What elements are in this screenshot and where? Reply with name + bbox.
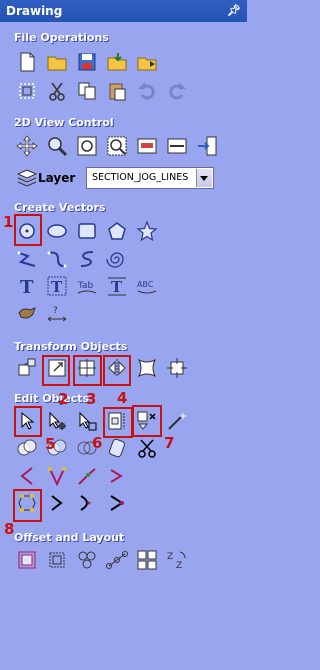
annotation-number-6: 6 <box>92 434 103 452</box>
svg-text:Z: Z <box>176 561 182 571</box>
transform-select-icon[interactable] <box>76 410 98 432</box>
draw-polygon-icon[interactable] <box>106 220 128 242</box>
new-file-icon[interactable] <box>16 51 38 73</box>
annotation-number-5: 5 <box>45 435 56 453</box>
weld-vectors-icon[interactable] <box>16 437 38 459</box>
fillet-offset-icon[interactable] <box>46 549 68 571</box>
cut-icon[interactable] <box>46 80 68 102</box>
redo-icon[interactable] <box>166 80 188 102</box>
svg-text:Tab: Tab <box>77 281 94 291</box>
select-all-icon[interactable] <box>16 80 38 102</box>
svg-text:Z: Z <box>167 552 173 562</box>
annotation-number-3: 3 <box>86 390 97 408</box>
smooth-nodes-icon[interactable] <box>106 465 128 487</box>
section-offset-layout: Offset and Layout <box>14 531 125 544</box>
extend-vector-icon[interactable] <box>76 465 98 487</box>
zoom-extents-icon[interactable] <box>76 135 98 157</box>
zoom-icon[interactable] <box>46 135 68 157</box>
section-file-operations: File Operations <box>14 31 109 44</box>
trim-vectors-icon[interactable] <box>106 437 128 459</box>
svg-text:T: T <box>111 278 123 296</box>
pan-view-icon[interactable] <box>16 135 38 157</box>
draw-arc-icon[interactable] <box>76 248 98 270</box>
annotation-number-7: 7 <box>164 434 175 452</box>
transform-center-icon[interactable] <box>166 357 188 379</box>
transform-scale-icon[interactable] <box>46 357 68 379</box>
save-file-icon[interactable] <box>76 51 98 73</box>
annotation-number-8: 8 <box>4 520 15 538</box>
export-file-icon[interactable] <box>136 51 158 73</box>
nest-parts-icon[interactable] <box>76 549 98 571</box>
view-plan-icon[interactable] <box>136 135 158 157</box>
view-exit-icon[interactable] <box>196 135 218 157</box>
layers-icon[interactable] <box>16 167 38 189</box>
layer-dropdown-value: SECTION_JOG_LINES <box>92 172 189 183</box>
draw-curve-icon[interactable] <box>46 248 68 270</box>
undo-icon[interactable] <box>136 80 158 102</box>
svg-text:ABC: ABC <box>137 280 154 289</box>
pin-icon[interactable]: 📌︎ <box>227 0 241 22</box>
close-vector-icon[interactable] <box>16 492 38 514</box>
text-tool-icon[interactable]: T <box>16 275 38 297</box>
scissors-icon[interactable] <box>136 437 158 459</box>
draw-ellipse-icon[interactable] <box>46 220 68 242</box>
layer-dropdown[interactable]: SECTION_JOG_LINES <box>86 167 214 189</box>
magic-select-icon[interactable] <box>166 410 188 432</box>
draw-spiral-icon[interactable] <box>106 248 128 270</box>
copy-icon[interactable] <box>76 80 98 102</box>
offset-vectors-icon[interactable] <box>16 549 38 571</box>
text-block-icon[interactable]: T <box>106 275 128 297</box>
panel-title-bar: Drawing 📌︎ <box>0 0 247 22</box>
chamfer-icon[interactable] <box>46 465 68 487</box>
section-view-control: 2D View Control <box>14 116 114 129</box>
section-edit-objects: Edit Objects <box>14 392 90 405</box>
rotate-copy-icon[interactable]: ZZ <box>166 549 188 571</box>
curve-fit-icon[interactable] <box>106 492 128 514</box>
trace-bitmap-icon[interactable] <box>16 302 38 324</box>
text-arc-icon[interactable]: ABC <box>136 275 158 297</box>
annotation-number-1: 1 <box>3 213 14 231</box>
transform-move-icon[interactable] <box>16 357 38 379</box>
dimension-tool-icon[interactable]: ? <box>46 302 68 324</box>
annotation-number-2: 2 <box>58 390 69 408</box>
draw-star-icon[interactable] <box>136 220 158 242</box>
section-create-vectors: Create Vectors <box>14 201 106 214</box>
chevron-down-icon[interactable] <box>196 169 212 187</box>
svg-text:T: T <box>20 277 34 297</box>
svg-text:?: ? <box>53 306 58 316</box>
text-on-curve-icon[interactable]: Tab <box>76 275 98 297</box>
join-vectors-icon[interactable] <box>46 492 68 514</box>
view-side-icon[interactable] <box>166 135 188 157</box>
node-edit-icon[interactable] <box>46 410 68 432</box>
transform-align-icon[interactable] <box>76 357 98 379</box>
zoom-window-icon[interactable] <box>106 135 128 157</box>
text-frame-icon[interactable]: T <box>46 275 68 297</box>
open-file-icon[interactable] <box>46 51 68 73</box>
import-file-icon[interactable] <box>106 51 128 73</box>
clear-selection-icon[interactable] <box>136 410 158 432</box>
transform-mirror-icon[interactable] <box>106 357 128 379</box>
panel-title: Drawing <box>6 4 63 18</box>
section-transform-objects: Transform Objects <box>14 340 128 353</box>
draw-circle-icon[interactable] <box>16 220 38 242</box>
paste-icon[interactable] <box>106 80 128 102</box>
select-pointer-icon[interactable] <box>16 410 38 432</box>
transform-distort-icon[interactable] <box>136 357 158 379</box>
svg-text:T: T <box>51 278 63 296</box>
draw-polyline-icon[interactable] <box>16 248 38 270</box>
interactive-transform-icon[interactable] <box>106 410 128 432</box>
join-curve-icon[interactable] <box>76 492 98 514</box>
layer-label: Layer <box>38 171 76 185</box>
array-copy-icon[interactable] <box>106 549 128 571</box>
fillet-icon[interactable] <box>16 465 38 487</box>
draw-rectangle-icon[interactable] <box>76 220 98 242</box>
block-copy-icon[interactable] <box>136 549 158 571</box>
annotation-number-4: 4 <box>117 389 128 407</box>
